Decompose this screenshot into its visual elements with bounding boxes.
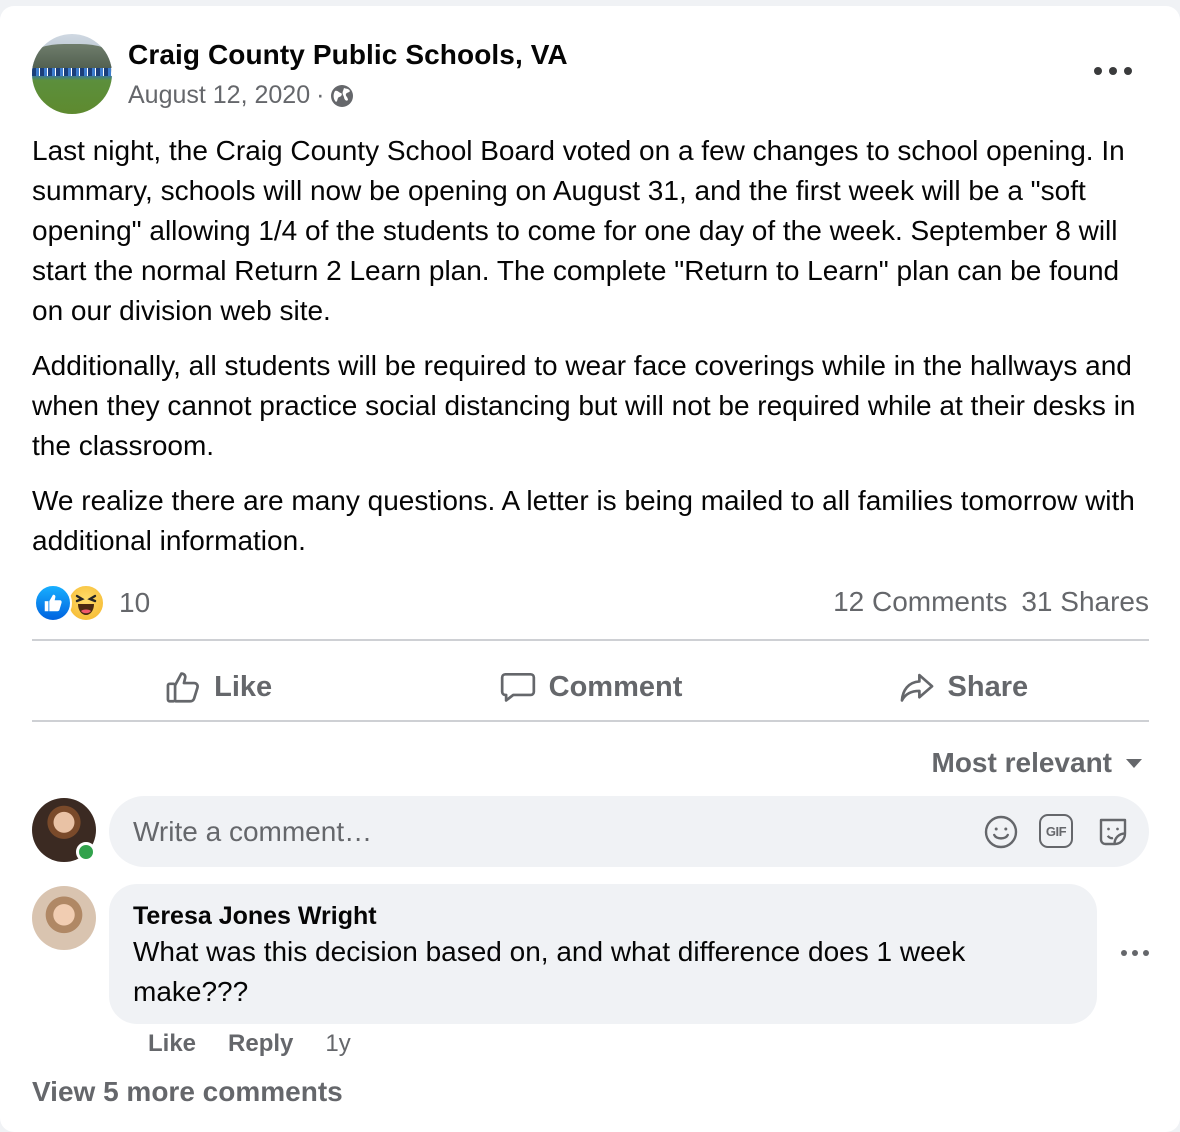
- like-button[interactable]: Like: [32, 648, 404, 726]
- comment-bubble: Teresa Jones Wright What was this decisi…: [109, 884, 1097, 1024]
- post-options-icon[interactable]: [1094, 58, 1132, 84]
- dot: [1094, 67, 1102, 75]
- caret-down-icon: [1126, 758, 1142, 768]
- comment-button[interactable]: Comment: [404, 648, 776, 726]
- reaction-count[interactable]: 10: [119, 587, 150, 619]
- avatar-crowd: [32, 68, 112, 76]
- comment-composer[interactable]: GIF: [109, 796, 1149, 867]
- gif-icon[interactable]: GIF: [1039, 814, 1073, 848]
- comment-like-button[interactable]: Like: [148, 1030, 196, 1058]
- dot: [1143, 950, 1149, 956]
- like-reaction-icon: [34, 584, 72, 622]
- share-icon: [900, 673, 933, 702]
- comment-label: Comment: [548, 670, 683, 703]
- reaction-summary[interactable]: 10: [34, 584, 150, 622]
- sort-label: Most relevant: [931, 747, 1113, 778]
- comment-options-icon[interactable]: [1121, 946, 1149, 960]
- comment-icon: [500, 672, 535, 702]
- page-avatar[interactable]: [32, 34, 112, 114]
- post-paragraph: Last night, the Craig County School Boar…: [32, 135, 1125, 326]
- post-body: Last night, the Craig County School Boar…: [32, 131, 1152, 576]
- dot: [1121, 950, 1127, 956]
- comment-sort-dropdown[interactable]: Most relevant: [931, 747, 1142, 779]
- comment-timestamp[interactable]: 1y: [325, 1030, 350, 1058]
- comments-count[interactable]: 12 Comments: [833, 586, 1007, 618]
- view-more-comments-link[interactable]: View 5 more comments: [32, 1076, 343, 1108]
- comment-author[interactable]: Teresa Jones Wright: [133, 902, 377, 931]
- post-actions: Like Comment Share: [32, 648, 1149, 726]
- commenter-avatar[interactable]: [32, 886, 96, 950]
- post-stats: 12 Comments 31 Shares: [833, 586, 1149, 618]
- post-paragraph: We realize there are many questions. A l…: [32, 485, 1135, 556]
- online-status-indicator: [76, 842, 96, 862]
- comment-actions: Like Reply 1y: [148, 1030, 351, 1058]
- dot: [1109, 67, 1117, 75]
- comment-text: What was this decision based on, and wha…: [133, 936, 966, 1007]
- dot: [1132, 950, 1138, 956]
- shares-count[interactable]: 31 Shares: [1021, 586, 1149, 618]
- comment-input[interactable]: [133, 796, 953, 867]
- share-button[interactable]: Share: [777, 648, 1149, 726]
- post-meta: August 12, 2020 ·: [128, 81, 354, 110]
- share-label: Share: [947, 670, 1029, 703]
- page-name[interactable]: Craig County Public Schools, VA: [128, 39, 568, 71]
- meta-separator: ·: [316, 81, 325, 109]
- post-card: Craig County Public Schools, VA August 1…: [0, 6, 1180, 1132]
- divider: [32, 639, 1149, 641]
- like-label: Like: [214, 670, 273, 703]
- haha-reaction-icon: [67, 584, 105, 622]
- comment-reply-button[interactable]: Reply: [228, 1030, 293, 1058]
- divider: [32, 720, 1149, 722]
- dot: [1124, 67, 1132, 75]
- emoji-icon[interactable]: [983, 814, 1019, 850]
- thumbs-up-icon: [166, 672, 200, 703]
- post-date[interactable]: August 12, 2020: [128, 81, 310, 110]
- globe-icon[interactable]: [330, 84, 354, 108]
- sticker-icon[interactable]: [1095, 814, 1131, 850]
- post-paragraph: Additionally, all students will be requi…: [32, 350, 1136, 461]
